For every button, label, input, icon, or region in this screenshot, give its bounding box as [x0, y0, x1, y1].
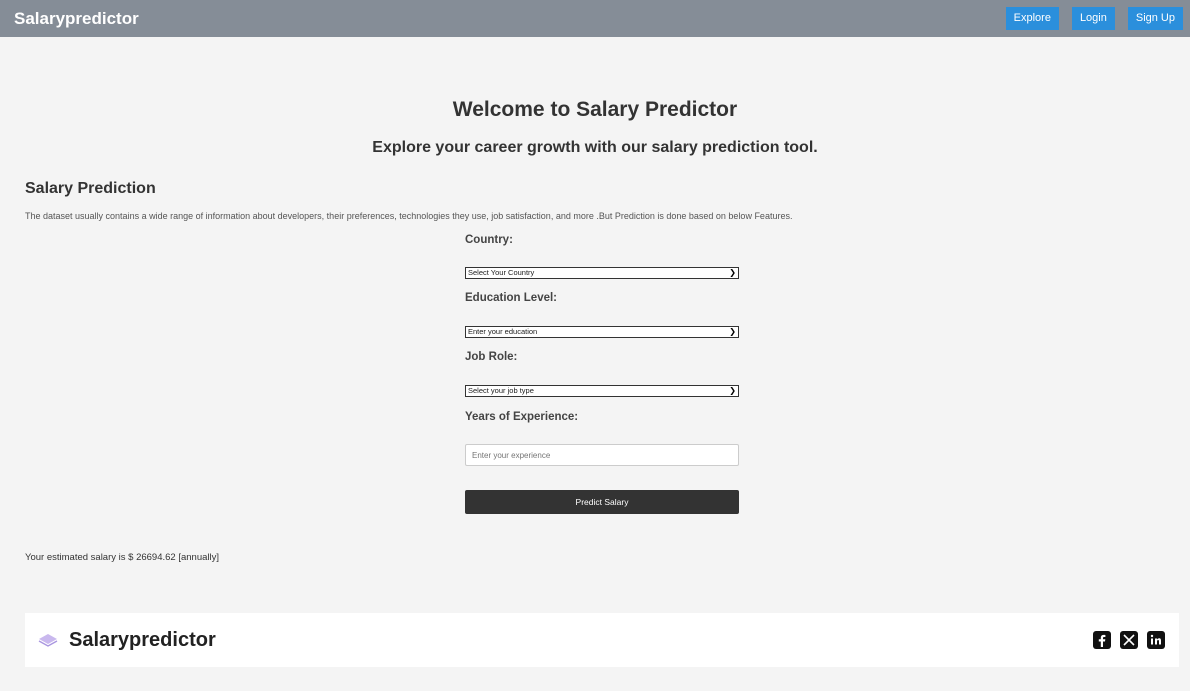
footer-brand-name[interactable]: Salarypredictor: [69, 629, 216, 652]
x-icon[interactable]: [1120, 631, 1138, 649]
country-select-value: Select Your Country: [468, 268, 535, 277]
footer: Salarypredictor: [25, 613, 1179, 667]
nav-links: Explore Login Sign Up: [993, 7, 1183, 30]
education-select[interactable]: Enter your education ❯: [465, 326, 739, 338]
logo-icon: [38, 634, 58, 647]
education-label: Education Level:: [465, 292, 558, 304]
country-select[interactable]: Select Your Country ❯: [465, 267, 739, 279]
linkedin-icon[interactable]: [1147, 631, 1165, 649]
social-links: [1084, 631, 1165, 649]
salary-result: Your estimated salary is $ 26694.62 [ann…: [25, 552, 219, 563]
hero-subtitle: Explore your career growth with our sala…: [372, 139, 818, 156]
predict-salary-button[interactable]: Predict Salary: [465, 490, 739, 514]
explore-button[interactable]: Explore: [1005, 7, 1059, 30]
section-description: The dataset usually contains a wide rang…: [25, 211, 793, 221]
footer-brand: Salarypredictor: [37, 629, 216, 652]
job-role-select[interactable]: Select your job type ❯: [465, 385, 739, 397]
hero-title: Welcome to Salary Predictor: [452, 98, 738, 121]
job-role-label: Job Role:: [465, 351, 518, 363]
navbar-brand[interactable]: Salarypredictor: [14, 9, 139, 29]
country-label: Country:: [465, 234, 513, 246]
job-role-select-value: Select your job type: [468, 386, 534, 395]
experience-input[interactable]: [465, 444, 739, 466]
top-navbar: Salarypredictor Explore Login Sign Up: [0, 0, 1190, 37]
login-button[interactable]: Login: [1071, 7, 1115, 30]
facebook-icon[interactable]: [1093, 631, 1111, 649]
section-title: Salary Prediction: [25, 180, 156, 197]
chevron-down-icon: ❯: [729, 268, 736, 277]
signup-button[interactable]: Sign Up: [1127, 7, 1183, 30]
chevron-down-icon: ❯: [729, 327, 736, 336]
experience-label: Years of Experience:: [465, 411, 579, 423]
education-select-value: Enter your education: [468, 327, 538, 336]
chevron-down-icon: ❯: [729, 386, 736, 395]
